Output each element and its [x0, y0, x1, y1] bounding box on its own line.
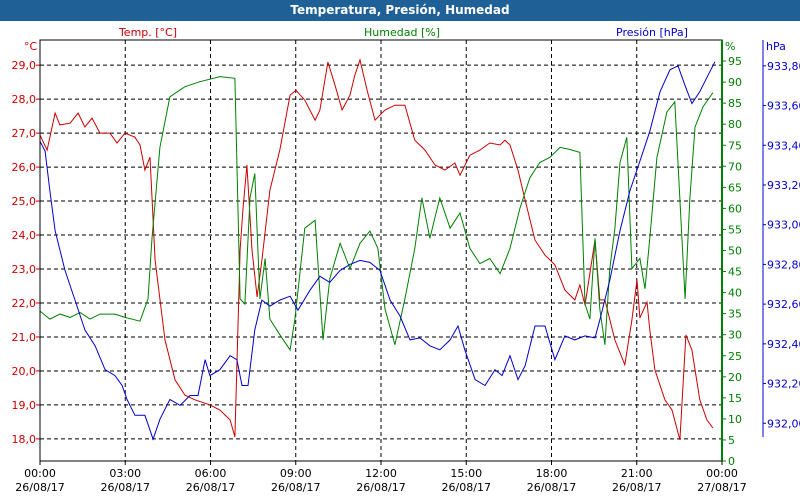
- x-tick-label-time: 03:00: [109, 467, 141, 480]
- humidity-tick-label: 85: [728, 97, 742, 110]
- x-tick-label-time: 18:00: [536, 467, 568, 480]
- x-tick-label-time: 06:00: [195, 467, 227, 480]
- x-tick-label-time: 12:00: [365, 467, 397, 480]
- humidity-tick-label: 80: [728, 118, 742, 131]
- pressure-tick-label: 932,00: [767, 417, 800, 430]
- x-tick-label-date: 26/08/17: [527, 481, 576, 494]
- pressure-tick-label: 933,00: [767, 219, 800, 232]
- humidity-tick-label: 20: [728, 371, 742, 384]
- humidity-tick-label: 25: [728, 350, 742, 363]
- x-tick-label-date: 26/08/17: [612, 481, 661, 494]
- humidity-tick-label: 10: [728, 413, 742, 426]
- pressure-axis-unit: hPa: [766, 40, 786, 53]
- x-tick-label-time: 00:00: [24, 467, 56, 480]
- temp-tick-label: 22,0: [12, 297, 37, 310]
- x-tick-label-date: 27/08/17: [697, 481, 746, 494]
- temp-axis-unit: °C: [24, 40, 38, 53]
- humidity-tick-label: 30: [728, 329, 742, 342]
- humidity-tick-label: 15: [728, 392, 742, 405]
- x-tick-label-time: 09:00: [280, 467, 312, 480]
- humidity-tick-label: 0: [728, 455, 735, 468]
- x-tick-label-date: 26/08/17: [186, 481, 235, 494]
- pressure-tick-label: 933,40: [767, 139, 800, 152]
- humidity-tick-label: 75: [728, 139, 742, 152]
- pressure-tick-label: 933,60: [767, 100, 800, 113]
- pressure-tick-label: 932,60: [767, 298, 800, 311]
- legend-humidity: Humedad [%]: [364, 26, 440, 39]
- temp-tick-label: 24,0: [12, 229, 37, 242]
- humidity-tick-label: 35: [728, 308, 742, 321]
- humidity-tick-label: 65: [728, 181, 742, 194]
- pressure-tick-label: 933,80: [767, 60, 800, 73]
- humidity-tick-label: 70: [728, 160, 742, 173]
- temp-tick-label: 28,0: [12, 93, 37, 106]
- chart-background: [0, 21, 800, 500]
- humidity-tick-label: 40: [728, 287, 742, 300]
- x-tick-label-date: 26/08/17: [15, 481, 64, 494]
- x-tick-label-time: 15:00: [450, 467, 482, 480]
- pressure-tick-label: 932,20: [767, 378, 800, 391]
- x-tick-label-date: 26/08/17: [271, 481, 320, 494]
- humidity-tick-label: 60: [728, 202, 742, 215]
- x-tick-label-date: 26/08/17: [442, 481, 491, 494]
- temp-tick-label: 27,0: [12, 127, 37, 140]
- humidity-tick-label: 50: [728, 245, 742, 258]
- x-tick-label-date: 26/08/17: [356, 481, 405, 494]
- humidity-tick-label: 45: [728, 266, 742, 279]
- temp-tick-label: 21,0: [12, 331, 37, 344]
- temp-tick-label: 26,0: [12, 161, 37, 174]
- pressure-tick-label: 933,20: [767, 179, 800, 192]
- x-tick-label-time: 21:00: [621, 467, 653, 480]
- chart: Temp. [°C] Humedad [%] Presión [hPa] °C …: [0, 21, 800, 500]
- temp-tick-label: 23,0: [12, 263, 37, 276]
- legend-temp: Temp. [°C]: [118, 26, 177, 39]
- temp-tick-label: 19,0: [12, 399, 37, 412]
- humidity-tick-label: 5: [728, 434, 735, 447]
- humidity-tick-label: 90: [728, 76, 742, 89]
- x-tick-label-time: 00:00: [706, 467, 738, 480]
- pressure-tick-label: 932,80: [767, 258, 800, 271]
- humidity-tick-label: 95: [728, 55, 742, 68]
- pressure-tick-label: 932,40: [767, 338, 800, 351]
- humidity-tick-label: 55: [728, 223, 742, 236]
- temp-tick-label: 18,0: [12, 433, 37, 446]
- legend-pressure: Presión [hPa]: [616, 26, 688, 39]
- temp-tick-label: 29,0: [12, 59, 37, 72]
- x-tick-label-date: 26/08/17: [101, 481, 150, 494]
- temp-tick-label: 20,0: [12, 365, 37, 378]
- temp-tick-label: 25,0: [12, 195, 37, 208]
- humidity-axis-unit: %: [725, 40, 735, 53]
